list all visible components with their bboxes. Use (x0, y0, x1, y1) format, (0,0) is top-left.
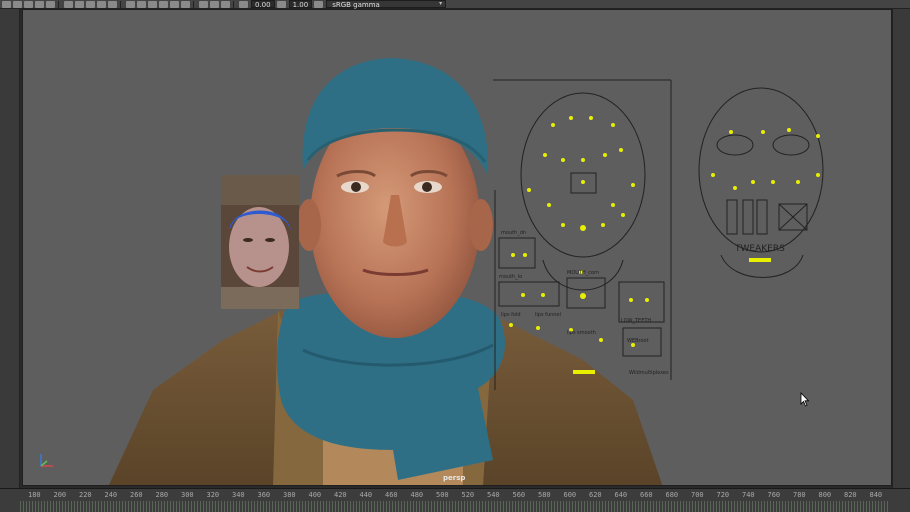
2d-pan-zoom-icon[interactable] (46, 0, 55, 8)
timeline-tick-label: 700 (691, 491, 704, 499)
view-transform-dropdown[interactable]: sRGB gamma ▾ (326, 0, 447, 9)
toolbar-divider (193, 0, 194, 8)
timeline-tick-label: 300 (181, 491, 194, 499)
timeline-tick-label: 440 (359, 491, 373, 499)
timeline-tick-label: 740 (742, 491, 755, 499)
timeline-tick-label: 680 (665, 491, 679, 499)
timeline-tick-label: 720 (716, 491, 730, 499)
timeline-tick-label: 620 (589, 491, 602, 499)
right-panel-edge (892, 9, 910, 488)
textured-icon[interactable] (148, 0, 157, 8)
ambient-occlusion-icon[interactable] (181, 0, 190, 8)
timeline-tick-label: 320 (206, 491, 220, 499)
xray-icon[interactable] (210, 0, 219, 8)
viewport-toolbar: 0.00 1.00 sRGB gamma ▾ (0, 0, 910, 9)
timeline-tick-label: 340 (232, 491, 245, 499)
timeline-tick-label: 240 (104, 491, 118, 499)
tweakers-title: TWEAKERS (734, 244, 785, 254)
left-tool-shelf (0, 9, 20, 488)
axis-gizmo (37, 450, 57, 470)
rig-label-lips-fold: lips fold (501, 312, 521, 318)
time-slider[interactable]: 180 200 220 240 260 280 300 320 340 360 380 400 420 4… (0, 488, 910, 512)
timeline-tick-label: 520 (461, 491, 475, 499)
toolbar-divider (233, 0, 234, 8)
gamma-icon[interactable] (276, 0, 286, 8)
mouse-pointer-icon (800, 392, 810, 407)
timeline-tick-label: 820 (844, 491, 857, 499)
timeline-tick-label: 280 (155, 491, 169, 499)
timeline-tick-label: 360 (257, 491, 271, 499)
timeline-tick-label: 840 (869, 491, 883, 499)
timeline-tick-label: 540 (487, 491, 500, 499)
rig-label-webroot: WEBroot (627, 338, 649, 344)
timeline-tick-label: 600 (563, 491, 577, 499)
rig-label-low-teeth: LOW_TEETH (621, 318, 651, 324)
grid-icon[interactable] (64, 0, 73, 8)
film-gate-icon[interactable] (75, 0, 84, 8)
wireframe-icon[interactable] (126, 0, 135, 8)
resolution-gate-icon[interactable] (86, 0, 95, 8)
rig-label-wildmultiplexes: Wildmultiplexes (629, 370, 669, 376)
perspective-viewport[interactable]: mouth_dn mouth_lo lips fold lips funnel … (22, 9, 892, 486)
rig-label-mouth-dn: mouth_dn (501, 230, 526, 236)
timeline-tick-label: 260 (130, 491, 143, 499)
chevron-down-icon: ▾ (439, 0, 443, 7)
reference-video-plane (221, 175, 299, 309)
timeline-tick-label: 500 (436, 491, 449, 499)
timeline-keyframes (20, 501, 888, 512)
rig-label-mouth-lo: mouth_lo (499, 274, 522, 280)
timeline-tick-label: 660 (640, 491, 653, 499)
rig-label-lips-funnel: lips funnel (535, 312, 561, 318)
xray-joints-icon[interactable] (221, 0, 230, 8)
shadows-icon[interactable] (170, 0, 179, 8)
timeline-tick-label: 380 (283, 491, 296, 499)
camera-attributes-icon[interactable] (13, 0, 22, 8)
bookmark-icon[interactable] (24, 0, 33, 8)
exposure-field[interactable]: 0.00 (251, 0, 275, 9)
field-chart-icon[interactable] (108, 0, 117, 8)
toolbar-divider (58, 0, 59, 8)
timeline-tick-label: 420 (334, 491, 347, 499)
timeline-tick-label: 400 (308, 491, 322, 499)
lights-icon[interactable] (159, 0, 168, 8)
timeline-tick-label: 220 (79, 491, 92, 499)
timeline-tick-label: 640 (614, 491, 628, 499)
maya-window: 0.00 1.00 sRGB gamma ▾ mouth_dn mouth_lo… (0, 0, 910, 512)
timeline-tick-label: 580 (538, 491, 551, 499)
timeline-tick-label: 760 (767, 491, 781, 499)
rig-label-mouth-corn: MOUTH_corn (567, 270, 599, 276)
timeline-tick-label: 800 (818, 491, 832, 499)
reference-face-image (221, 175, 299, 309)
timeline-tick-label: 200 (53, 491, 67, 499)
timeline-tick-label: 480 (410, 491, 424, 499)
timeline-tick-label: 460 (385, 491, 398, 499)
select-camera-icon[interactable] (2, 0, 11, 8)
isolate-select-icon[interactable] (199, 0, 208, 8)
rig-label-lips-smooth: lips smooth (567, 330, 596, 336)
timeline-tick-label: 560 (512, 491, 526, 499)
camera-name-label: persp (443, 474, 466, 482)
gamma-field[interactable]: 1.00 (288, 0, 313, 9)
viewport-scene: mouth_dn mouth_lo lips fold lips funnel … (108, 58, 824, 485)
toolbar-divider (120, 0, 121, 8)
timeline-tick-label: 180 (28, 491, 41, 499)
color-management-icon[interactable] (314, 0, 324, 8)
smooth-shade-icon[interactable] (137, 0, 146, 8)
timeline-tick-label: 780 (793, 491, 806, 499)
view-transform-value: sRGB gamma (332, 1, 380, 9)
gate-mask-icon[interactable] (97, 0, 106, 8)
image-plane-icon[interactable] (35, 0, 44, 8)
exposure-icon[interactable] (239, 0, 248, 8)
